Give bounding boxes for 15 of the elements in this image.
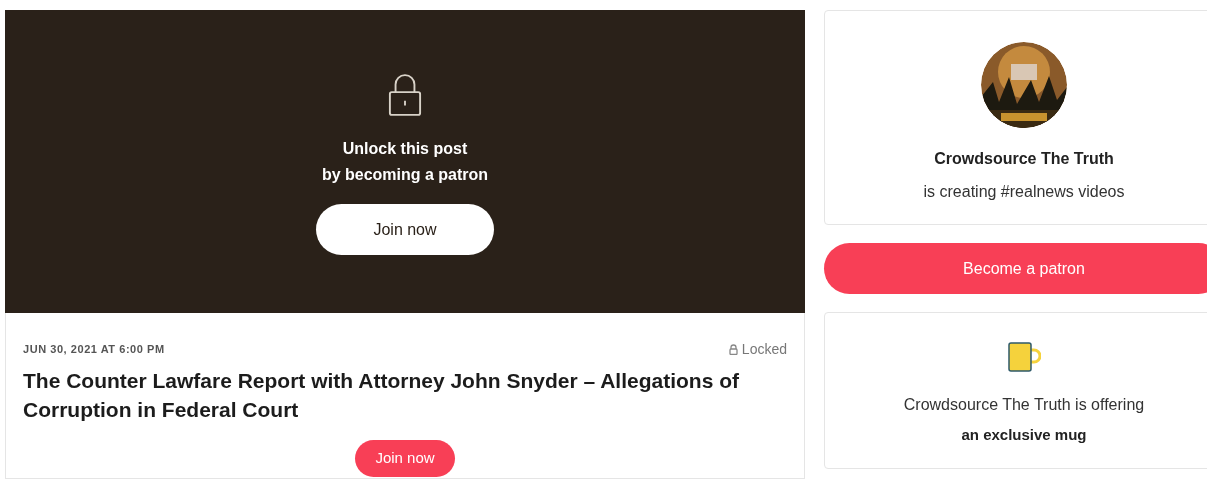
- padlock-icon: [388, 72, 422, 118]
- join-now-button[interactable]: Join now: [316, 204, 494, 255]
- post-date: JUN 30, 2021 AT 6:00 PM: [23, 342, 165, 358]
- join-now-button[interactable]: Join now: [355, 440, 455, 477]
- offer-item: an exclusive mug: [961, 425, 1087, 445]
- locked-status: Locked: [728, 339, 787, 360]
- unlock-message: Unlock this post: [342, 139, 468, 159]
- creator-tagline: is creating #realnews videos: [923, 182, 1125, 202]
- post-title: The Counter Lawfare Report with Attorney John Snyder – Allegations of Corruption in Federal Court: [23, 368, 740, 423]
- become-patron-button[interactable]: Become a patron: [824, 243, 1207, 294]
- creator-name: Crowdsource The Truth: [934, 149, 1114, 169]
- padlock-icon: [728, 344, 738, 355]
- unlock-message: by becoming a patron: [321, 165, 489, 185]
- offer-text: Crowdsource The Truth is offering: [903, 395, 1145, 415]
- mug-icon: [1007, 341, 1041, 373]
